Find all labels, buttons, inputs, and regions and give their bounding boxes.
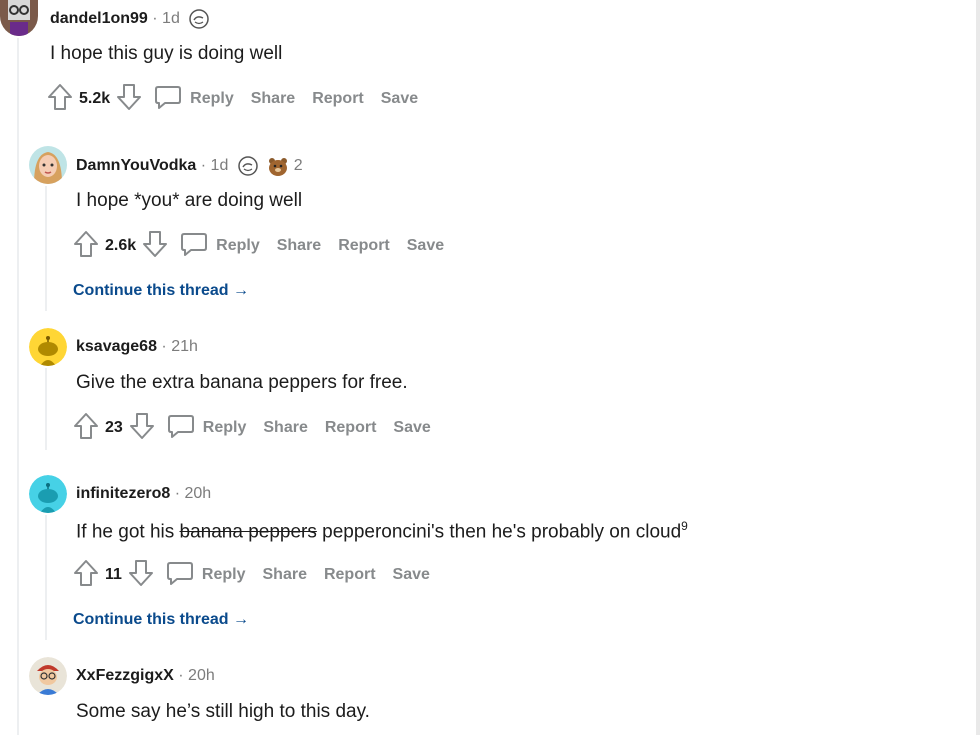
upvote-arrow-icon[interactable]	[47, 83, 73, 116]
username[interactable]: ksavage68	[76, 338, 157, 355]
avatar[interactable]	[29, 328, 67, 366]
upvote-arrow-icon[interactable]	[73, 230, 99, 263]
avatar[interactable]	[29, 146, 67, 184]
share-button[interactable]: Share	[263, 566, 307, 584]
save-button[interactable]: Save	[393, 566, 430, 584]
comment-actions: 5.2k Reply Share Report Save	[47, 83, 435, 116]
speech-bubble-icon[interactable]	[167, 412, 195, 445]
continue-thread-label: Continue this thread	[73, 611, 229, 628]
comment-age[interactable]: 1d	[211, 157, 229, 174]
superscript-text: 9	[681, 519, 688, 533]
comment-body-text: pepperoncini's then he's probably on clo…	[316, 521, 682, 543]
comment-body: Some say he’s still high to this day.	[76, 701, 370, 722]
comment-age[interactable]: 1d	[162, 10, 180, 27]
continue-thread-label: Continue this thread	[73, 282, 229, 299]
comment-body: I hope *you* are doing well	[76, 190, 303, 211]
save-button[interactable]: Save	[407, 237, 444, 255]
reply-button[interactable]: Reply	[190, 90, 234, 108]
continue-thread-link[interactable]: Continue this thread →	[73, 282, 249, 300]
username[interactable]: dandel1on99	[50, 10, 148, 27]
share-button[interactable]: Share	[277, 237, 321, 255]
comment-actions: 11 Reply Share Report Save	[73, 559, 447, 592]
arrow-right-icon: →	[233, 282, 250, 299]
comment-body: If he got his banana peppers pepperoncin…	[76, 519, 688, 543]
downvote-arrow-icon[interactable]	[128, 559, 154, 592]
comment-header: XxFezzgigxX · 20h	[76, 667, 215, 685]
vote-score: 2.6k	[105, 237, 137, 254]
comment-header: dandel1on99 · 1d	[50, 9, 210, 29]
bear-award-icon[interactable]	[267, 156, 289, 176]
comment-body-text: If he got his	[76, 521, 180, 543]
downvote-arrow-icon[interactable]	[116, 83, 142, 116]
separator: ·	[178, 667, 184, 684]
thread-line-child[interactable]	[45, 368, 47, 450]
username[interactable]: XxFezzgigxX	[76, 667, 174, 684]
upvote-arrow-icon[interactable]	[73, 412, 99, 445]
strikethrough-text: banana peppers	[179, 521, 317, 543]
comment-age[interactable]: 20h	[184, 485, 211, 502]
report-button[interactable]: Report	[338, 237, 390, 255]
comment-header: infinitezero8 · 20h	[76, 485, 211, 503]
arrow-right-icon: →	[233, 611, 250, 628]
continue-thread-link[interactable]: Continue this thread →	[73, 611, 249, 629]
report-button[interactable]: Report	[312, 90, 364, 108]
speech-bubble-icon[interactable]	[180, 230, 208, 263]
avatar[interactable]	[0, 0, 38, 36]
report-button[interactable]: Report	[324, 566, 376, 584]
share-button[interactable]: Share	[263, 419, 307, 437]
separator: ·	[174, 485, 181, 502]
comment-body: I hope this guy is doing well	[50, 43, 283, 64]
comment-header: DamnYouVodka · 1d 2	[76, 156, 303, 176]
reply-button[interactable]: Reply	[203, 419, 247, 437]
avatar[interactable]	[29, 657, 67, 695]
comment-header: ksavage68 · 21h	[76, 338, 198, 356]
report-button[interactable]: Report	[325, 419, 377, 437]
comment-age[interactable]: 20h	[188, 667, 215, 684]
save-button[interactable]: Save	[393, 419, 430, 437]
downvote-arrow-icon[interactable]	[142, 230, 168, 263]
username[interactable]: infinitezero8	[76, 485, 170, 502]
hand-award-icon[interactable]	[237, 156, 259, 176]
comment-age[interactable]: 21h	[171, 338, 198, 355]
save-button[interactable]: Save	[381, 90, 418, 108]
separator: ·	[200, 157, 207, 175]
thread-line-child[interactable]	[45, 515, 47, 640]
vote-score: 11	[105, 566, 122, 583]
thread-line-child[interactable]	[45, 186, 47, 311]
vote-score: 5.2k	[79, 90, 111, 107]
comment-actions: 2.6k Reply Share Report Save	[73, 230, 461, 263]
avatar[interactable]	[29, 475, 67, 513]
share-button[interactable]: Share	[251, 90, 295, 108]
speech-bubble-icon[interactable]	[166, 559, 194, 592]
reply-button[interactable]: Reply	[216, 237, 260, 255]
downvote-arrow-icon[interactable]	[129, 412, 155, 445]
thread-line-root[interactable]	[17, 38, 19, 735]
speech-bubble-icon[interactable]	[154, 83, 182, 116]
comment-actions: 23 Reply Share Report Save	[73, 412, 448, 445]
scrollbar-track[interactable]	[976, 0, 980, 735]
award-count: 2	[293, 157, 303, 175]
reply-button[interactable]: Reply	[202, 566, 246, 584]
username[interactable]: DamnYouVodka	[76, 157, 196, 174]
vote-score: 23	[105, 419, 123, 436]
separator: ·	[152, 10, 158, 28]
separator: ·	[161, 338, 167, 355]
comment-body: Give the extra banana peppers for free.	[76, 372, 408, 393]
upvote-arrow-icon[interactable]	[73, 559, 99, 592]
hand-award-icon[interactable]	[188, 9, 210, 29]
